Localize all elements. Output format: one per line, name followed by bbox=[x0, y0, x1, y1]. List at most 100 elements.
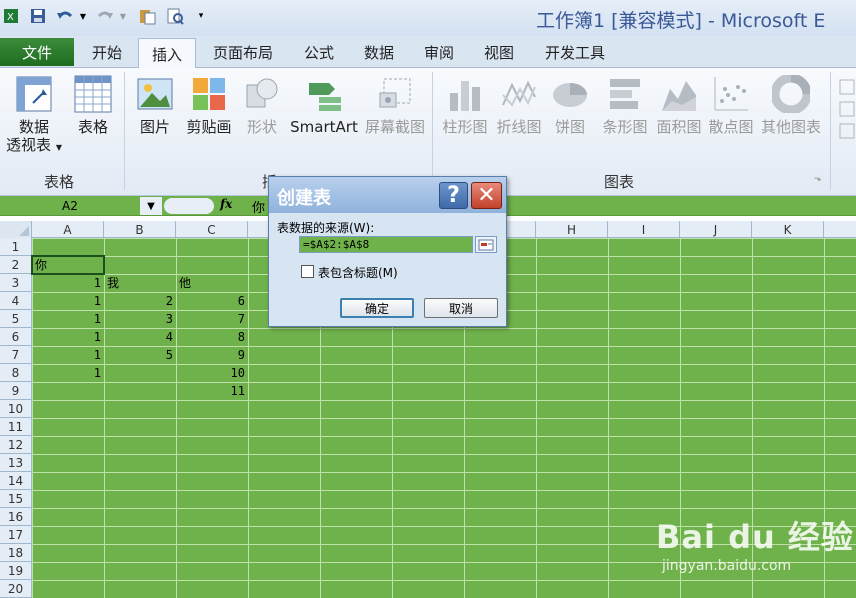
column-header-I[interactable]: I bbox=[608, 221, 680, 238]
cell-C5[interactable]: 7 bbox=[176, 310, 248, 328]
cell-B3[interactable]: 我 bbox=[104, 274, 176, 292]
cell-A4[interactable]: 1 bbox=[32, 292, 104, 310]
dialog-title-bar[interactable]: 创建表 ? ✕ bbox=[269, 177, 506, 213]
scatter-chart-label: 散点图 bbox=[708, 118, 754, 136]
cell-C6[interactable]: 8 bbox=[176, 328, 248, 346]
cell-A8[interactable]: 1 bbox=[32, 364, 104, 382]
bar-chart-button: 条形图 bbox=[598, 74, 652, 136]
undo-icon[interactable] bbox=[54, 6, 76, 26]
customize-qat-icon[interactable]: ▾ bbox=[194, 6, 208, 26]
row-header-6[interactable]: 6 bbox=[0, 328, 32, 346]
window-title: 工作簿1 [兼容模式] - Microsoft E bbox=[536, 10, 826, 32]
has-headers-checkbox[interactable] bbox=[301, 265, 314, 278]
row-header-15[interactable]: 15 bbox=[0, 490, 32, 508]
row-header-3[interactable]: 3 bbox=[0, 274, 32, 292]
bar-chart-label: 条形图 bbox=[602, 118, 648, 136]
doughnut-chart-icon bbox=[771, 74, 811, 114]
paste-icon[interactable] bbox=[136, 6, 158, 26]
row-header-4[interactable]: 4 bbox=[0, 292, 32, 310]
ok-button[interactable]: 确定 bbox=[340, 298, 414, 318]
column-header-A[interactable]: A bbox=[32, 221, 104, 238]
pivot-table-label-2-text: 透视表 bbox=[6, 136, 52, 154]
cell-A2[interactable]: 你 bbox=[32, 256, 104, 274]
cell-A3[interactable]: 1 bbox=[32, 274, 104, 292]
cell-B5[interactable]: 3 bbox=[104, 310, 176, 328]
row-header-14[interactable]: 14 bbox=[0, 472, 32, 490]
tab-developer[interactable]: 开发工具 bbox=[530, 38, 620, 67]
table-button[interactable]: 表格 bbox=[68, 74, 118, 136]
tables-group-label: 表格 bbox=[44, 173, 75, 191]
create-table-dialog: 创建表 ? ✕ 表数据的来源(W): =$A$2:$A$8 表包含标题(M) 确… bbox=[268, 176, 507, 327]
row-header-8[interactable]: 8 bbox=[0, 364, 32, 382]
collapse-dialog-button[interactable] bbox=[475, 236, 497, 253]
name-box-dropdown-icon[interactable]: ▼ bbox=[140, 197, 162, 215]
help-button[interactable]: ? bbox=[439, 182, 468, 209]
name-box[interactable]: A2 bbox=[0, 197, 160, 215]
column-header-H[interactable]: H bbox=[536, 221, 608, 238]
row-header-13[interactable]: 13 bbox=[0, 454, 32, 472]
cell-B4[interactable]: 2 bbox=[104, 292, 176, 310]
line-chart-icon bbox=[499, 74, 539, 114]
clipart-button[interactable]: 剪贴画 bbox=[182, 74, 236, 136]
cancel-button[interactable]: 取消 bbox=[424, 298, 498, 318]
row-header-9[interactable]: 9 bbox=[0, 382, 32, 400]
area-chart-icon bbox=[659, 74, 699, 114]
tab-data[interactable]: 数据 bbox=[352, 38, 406, 67]
row-header-11[interactable]: 11 bbox=[0, 418, 32, 436]
cell-A5[interactable]: 1 bbox=[32, 310, 104, 328]
cell-A6[interactable]: 1 bbox=[32, 328, 104, 346]
pie-chart-button: 饼图 bbox=[548, 74, 592, 136]
tab-formulas[interactable]: 公式 bbox=[290, 38, 348, 67]
save-icon[interactable] bbox=[28, 6, 48, 26]
pivot-table-icon bbox=[14, 74, 54, 114]
column-header-J[interactable]: J bbox=[680, 221, 752, 238]
other-charts-button: 其他图表 bbox=[758, 74, 824, 136]
cell-C8[interactable]: 10 bbox=[176, 364, 248, 382]
charts-dialog-launcher-icon[interactable]: ⬎ bbox=[814, 174, 822, 184]
cell-B7[interactable]: 5 bbox=[104, 346, 176, 364]
close-button[interactable]: ✕ bbox=[471, 182, 502, 209]
picture-icon bbox=[135, 74, 175, 114]
tab-review[interactable]: 审阅 bbox=[410, 38, 468, 67]
line-chart-button: 折线图 bbox=[492, 74, 546, 136]
row-header-18[interactable]: 18 bbox=[0, 544, 32, 562]
insert-function-icon[interactable]: fx bbox=[220, 197, 232, 211]
tab-insert[interactable]: 插入 bbox=[138, 38, 196, 69]
tab-page-layout[interactable]: 页面布局 bbox=[200, 38, 286, 67]
row-header-17[interactable]: 17 bbox=[0, 526, 32, 544]
row-header-16[interactable]: 16 bbox=[0, 508, 32, 526]
cell-C9[interactable]: 11 bbox=[176, 382, 248, 400]
cell-C7[interactable]: 9 bbox=[176, 346, 248, 364]
select-all-corner[interactable] bbox=[0, 221, 32, 238]
tab-view[interactable]: 视图 bbox=[472, 38, 526, 67]
other-charts-label: 其他图表 bbox=[760, 118, 821, 136]
row-header-1[interactable]: 1 bbox=[0, 238, 32, 256]
row-header-12[interactable]: 12 bbox=[0, 436, 32, 454]
source-range-input[interactable]: =$A$2:$A$8 bbox=[299, 236, 473, 253]
column-header-K[interactable]: K bbox=[752, 221, 824, 238]
cell-A7[interactable]: 1 bbox=[32, 346, 104, 364]
formula-bar-resize-handle[interactable] bbox=[164, 198, 214, 214]
has-headers-label[interactable]: 表包含标题(M) bbox=[318, 264, 398, 281]
undo-dropdown-icon[interactable]: ▼ bbox=[78, 6, 88, 26]
row-header-10[interactable]: 10 bbox=[0, 400, 32, 418]
tab-home[interactable]: 开始 bbox=[80, 38, 134, 67]
column-header-C[interactable]: C bbox=[176, 221, 248, 238]
cell-C4[interactable]: 6 bbox=[176, 292, 248, 310]
tab-file[interactable]: 文件 bbox=[0, 38, 74, 66]
smartart-label: SmartArt bbox=[290, 118, 358, 136]
picture-button[interactable]: 图片 bbox=[130, 74, 180, 136]
column-header-B[interactable]: B bbox=[104, 221, 176, 238]
row-header-5[interactable]: 5 bbox=[0, 310, 32, 328]
formula-input[interactable]: 你 bbox=[252, 197, 265, 216]
pivot-table-button[interactable]: 数据 透视表 ▼ bbox=[4, 74, 64, 157]
row-header-7[interactable]: 7 bbox=[0, 346, 32, 364]
print-preview-icon[interactable] bbox=[164, 6, 186, 26]
row-header-19[interactable]: 19 bbox=[0, 562, 32, 580]
cell-B6[interactable]: 4 bbox=[104, 328, 176, 346]
cell-C3[interactable]: 他 bbox=[176, 274, 248, 292]
row-header-2[interactable]: 2 bbox=[0, 256, 32, 274]
smartart-button[interactable]: SmartArt bbox=[288, 74, 360, 136]
ribbon-tab-bar: 文件 开始 插入 页面布局 公式 数据 审阅 视图 开发工具 bbox=[0, 36, 856, 69]
row-header-20[interactable]: 20 bbox=[0, 580, 32, 598]
